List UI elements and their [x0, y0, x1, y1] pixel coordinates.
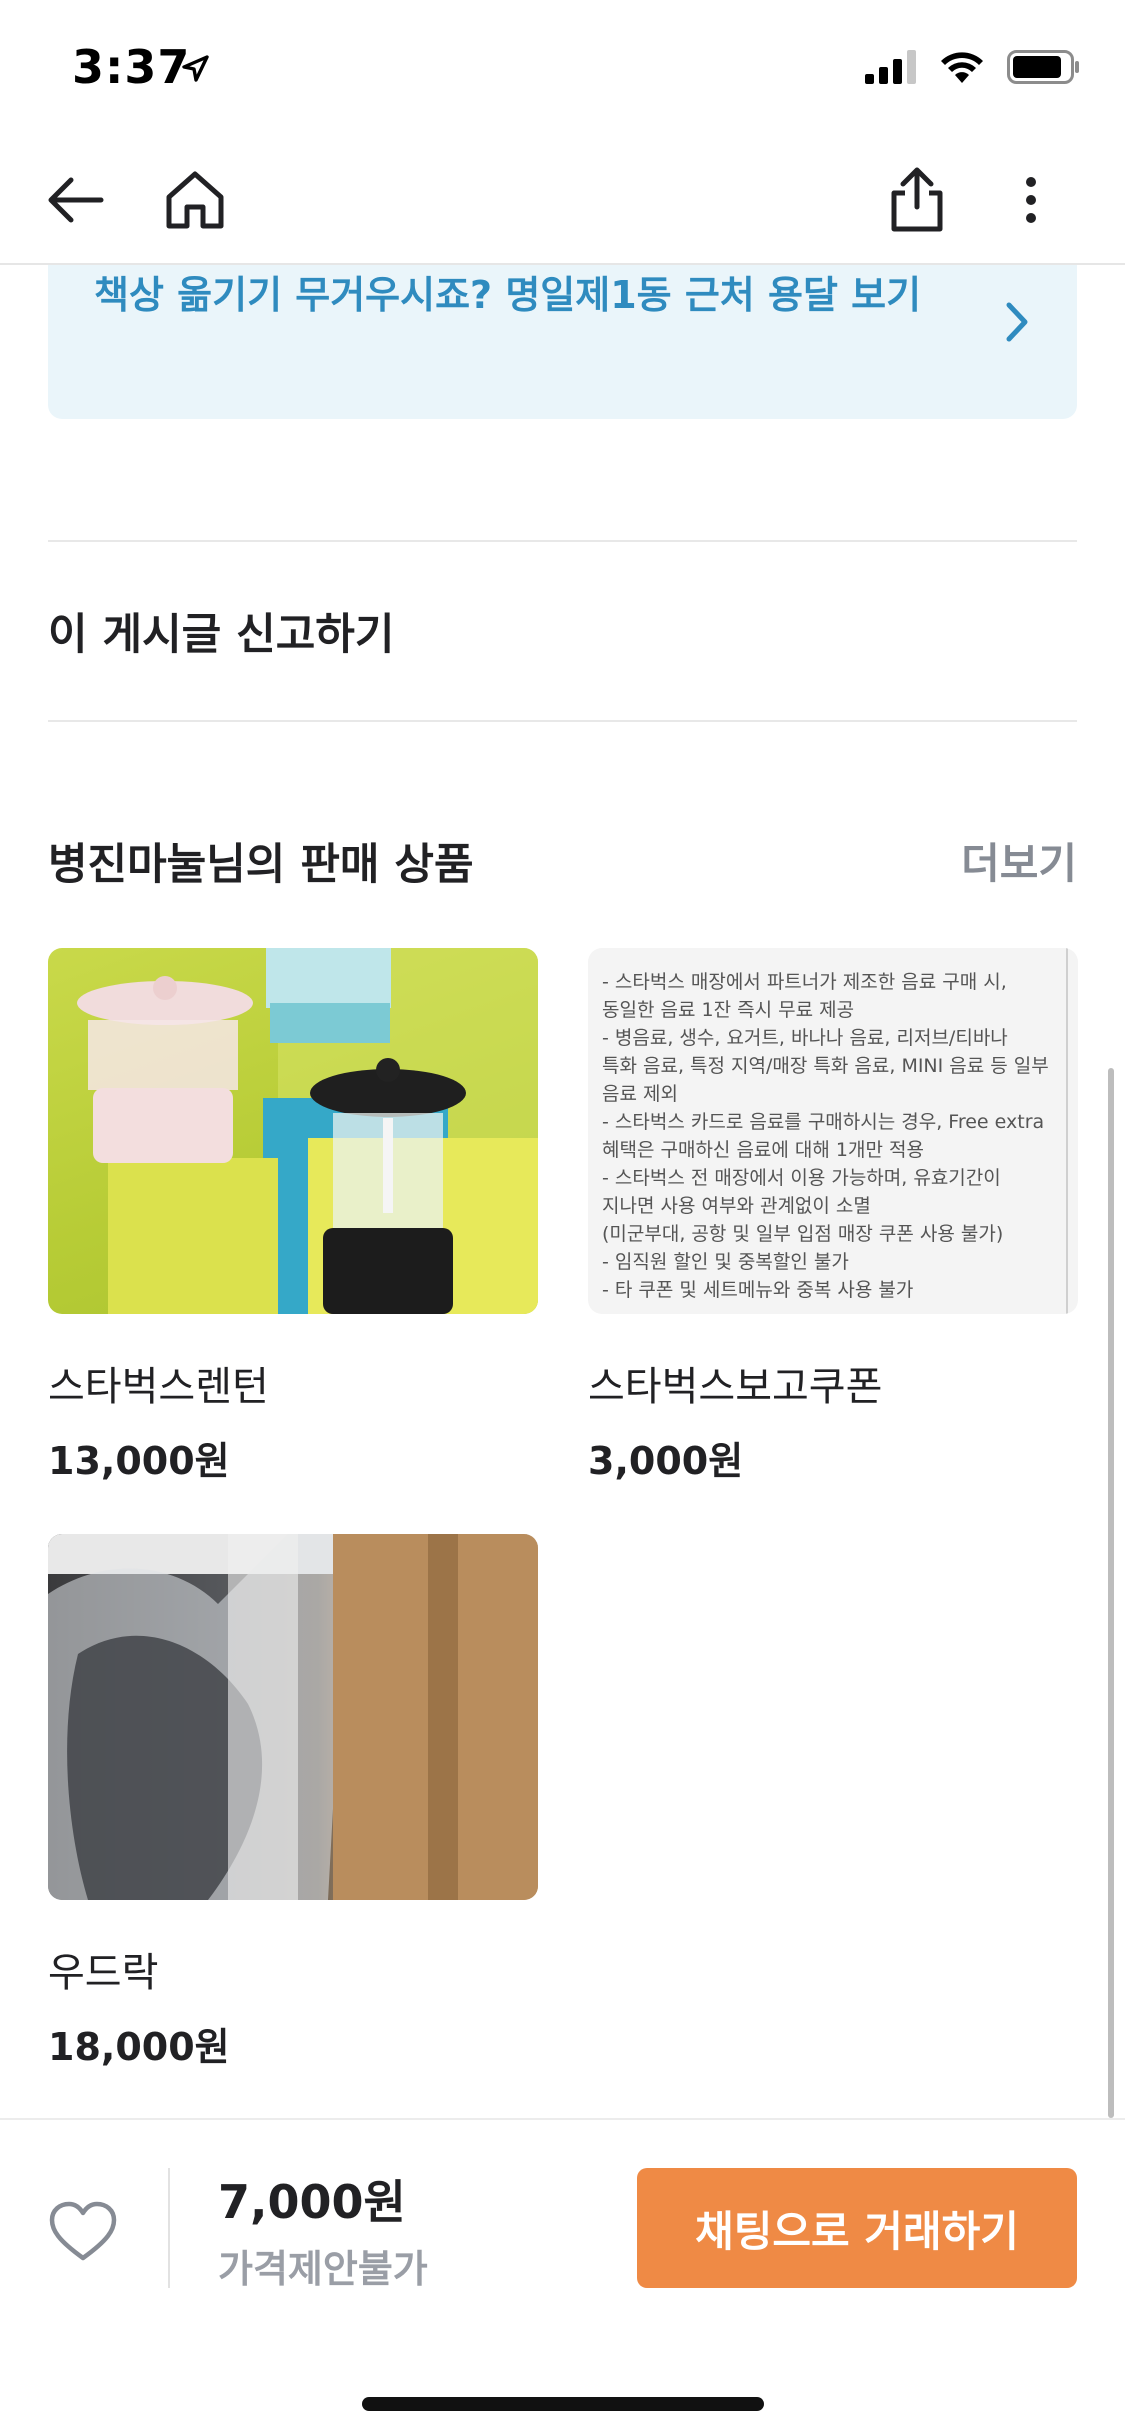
product-price: 13,000원 [48, 1439, 230, 1483]
product-price: 3,000원 [588, 1439, 744, 1483]
banner-text: 책상 옮기기 무거우시죠? 명일제1동 근처 용달 보기 [94, 273, 922, 317]
heart-outline-icon[interactable] [48, 2200, 118, 2264]
product-thumbnail[interactable] [48, 948, 538, 1314]
product-name: 스타벅스렌턴 [48, 1364, 269, 1410]
back-arrow-icon [48, 177, 104, 223]
product-card[interactable]: 스타벅스렌턴 13,000원 [48, 948, 538, 1485]
photo-edge [1066, 948, 1068, 1314]
product-card[interactable]: 우드락 18,000원 [48, 1534, 538, 2071]
divider [48, 720, 1077, 722]
share-icon [891, 167, 943, 232]
wifi-icon [941, 52, 983, 83]
seller-products-title: 병진마눌님의 판매 상품 [48, 840, 474, 890]
share-button[interactable] [880, 163, 954, 237]
scrollbar[interactable] [1108, 1068, 1114, 2118]
product-thumbnail[interactable] [48, 1534, 538, 1900]
home-icon [166, 171, 224, 229]
coupon-notice-text: - 스타벅스 매장에서 파트너가 제조한 음료 구매 시, 동일한 음료 1잔 … [602, 971, 1049, 1301]
see-more-link[interactable]: 더보기 [961, 830, 1077, 891]
product-price: 18,000원 [48, 2025, 230, 2069]
more-vertical-icon [1026, 177, 1036, 223]
price-negotiation-status: 가격제안불가 [218, 2247, 428, 2291]
back-button[interactable] [38, 163, 112, 237]
vertical-divider [168, 2168, 170, 2288]
more-options-button[interactable] [994, 163, 1068, 237]
status-bar: 3:37 [0, 0, 1125, 135]
status-icons [865, 50, 1081, 84]
battery-icon [1007, 50, 1079, 84]
cellular-signal-icon [865, 50, 916, 84]
home-indicator[interactable] [362, 2397, 764, 2411]
chat-trade-button[interactable]: 채팅으로 거래하기 [637, 2168, 1077, 2288]
location-arrow-icon [182, 55, 209, 82]
divider [48, 540, 1077, 542]
lantern-illustration [77, 948, 538, 1314]
home-button[interactable] [158, 163, 232, 237]
chevron-right-icon [1006, 302, 1028, 342]
top-nav-bar [0, 135, 1125, 265]
rack-illustration [48, 1534, 538, 1900]
product-name: 우드락 [48, 1950, 159, 1996]
item-price: 7,000원 [218, 2175, 406, 2229]
product-card[interactable]: - 스타벅스 매장에서 파트너가 제조한 음료 구매 시, 동일한 음료 1잔 … [588, 948, 1078, 1485]
delivery-banner[interactable]: 책상 옮기기 무거우시죠? 명일제1동 근처 용달 보기 [48, 265, 1077, 419]
product-name: 스타벅스보고쿠폰 [588, 1364, 883, 1410]
report-post-link[interactable]: 이 게시글 신고하기 [48, 600, 394, 662]
bottom-action-bar: 7,000원 가격제안불가 채팅으로 거래하기 [0, 2118, 1125, 2436]
product-thumbnail[interactable]: - 스타벅스 매장에서 파트너가 제조한 음료 구매 시, 동일한 음료 1잔 … [588, 948, 1078, 1314]
status-time: 3:37 [72, 40, 191, 94]
